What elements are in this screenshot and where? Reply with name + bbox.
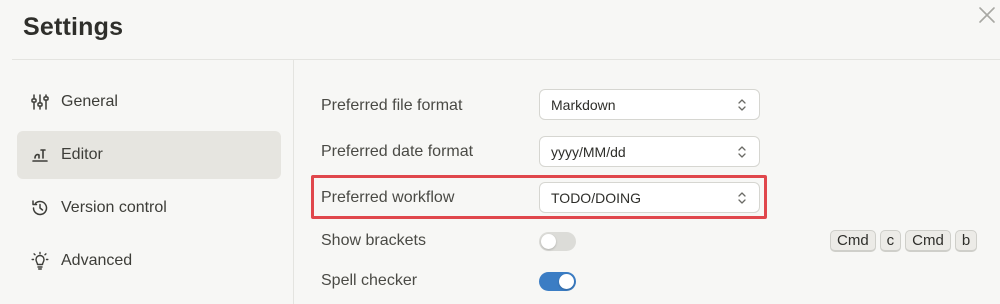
sidebar-item-label: Advanced bbox=[61, 252, 133, 269]
close-icon[interactable] bbox=[976, 4, 998, 26]
shortcut-keys: Cmd c Cmd b bbox=[830, 230, 978, 252]
date-format-label: Preferred date format bbox=[321, 143, 474, 160]
shortcut-key: Cmd bbox=[905, 230, 951, 252]
lightbulb-icon bbox=[30, 251, 50, 271]
workflow-select[interactable]: TODO/DOING bbox=[539, 182, 760, 213]
show-brackets-toggle[interactable] bbox=[539, 232, 576, 251]
file-format-label: Preferred file format bbox=[321, 97, 463, 114]
sidebar-item-version-control[interactable]: Version control bbox=[17, 184, 281, 232]
sidebar-item-general[interactable]: General bbox=[17, 78, 281, 126]
toggle-knob bbox=[541, 234, 556, 249]
shortcut-key: b bbox=[954, 230, 978, 252]
page-title: Settings bbox=[23, 13, 124, 41]
date-format-value: yyyy/MM/dd bbox=[551, 143, 626, 160]
toggle-knob bbox=[559, 274, 574, 289]
date-format-select[interactable]: yyyy/MM/dd bbox=[539, 136, 760, 167]
sidebar-item-label: Editor bbox=[61, 146, 103, 163]
chevron-updown-icon bbox=[738, 99, 746, 111]
file-format-value: Markdown bbox=[551, 96, 616, 113]
header-divider bbox=[12, 59, 1000, 60]
sidebar-item-advanced[interactable]: Advanced bbox=[17, 237, 281, 285]
sidebar-item-label: General bbox=[61, 93, 118, 110]
shortcut-key: c bbox=[879, 230, 902, 252]
workflow-label: Preferred workflow bbox=[321, 189, 455, 206]
sliders-icon bbox=[30, 92, 50, 112]
sidebar: General Editor Version control Advanced bbox=[17, 78, 281, 290]
chevron-updown-icon bbox=[738, 192, 746, 204]
spell-checker-label: Spell checker bbox=[321, 272, 418, 289]
spell-checker-toggle[interactable] bbox=[539, 272, 576, 291]
sidebar-divider bbox=[293, 60, 294, 304]
history-icon bbox=[30, 198, 50, 218]
file-format-select[interactable]: Markdown bbox=[539, 89, 760, 120]
workflow-value: TODO/DOING bbox=[551, 189, 641, 206]
sidebar-item-editor[interactable]: Editor bbox=[17, 131, 281, 179]
chevron-updown-icon bbox=[738, 146, 746, 158]
editor-icon bbox=[30, 145, 50, 165]
sidebar-item-label: Version control bbox=[61, 199, 167, 216]
show-brackets-label: Show brackets bbox=[321, 232, 426, 249]
shortcut-key: Cmd bbox=[830, 230, 876, 252]
